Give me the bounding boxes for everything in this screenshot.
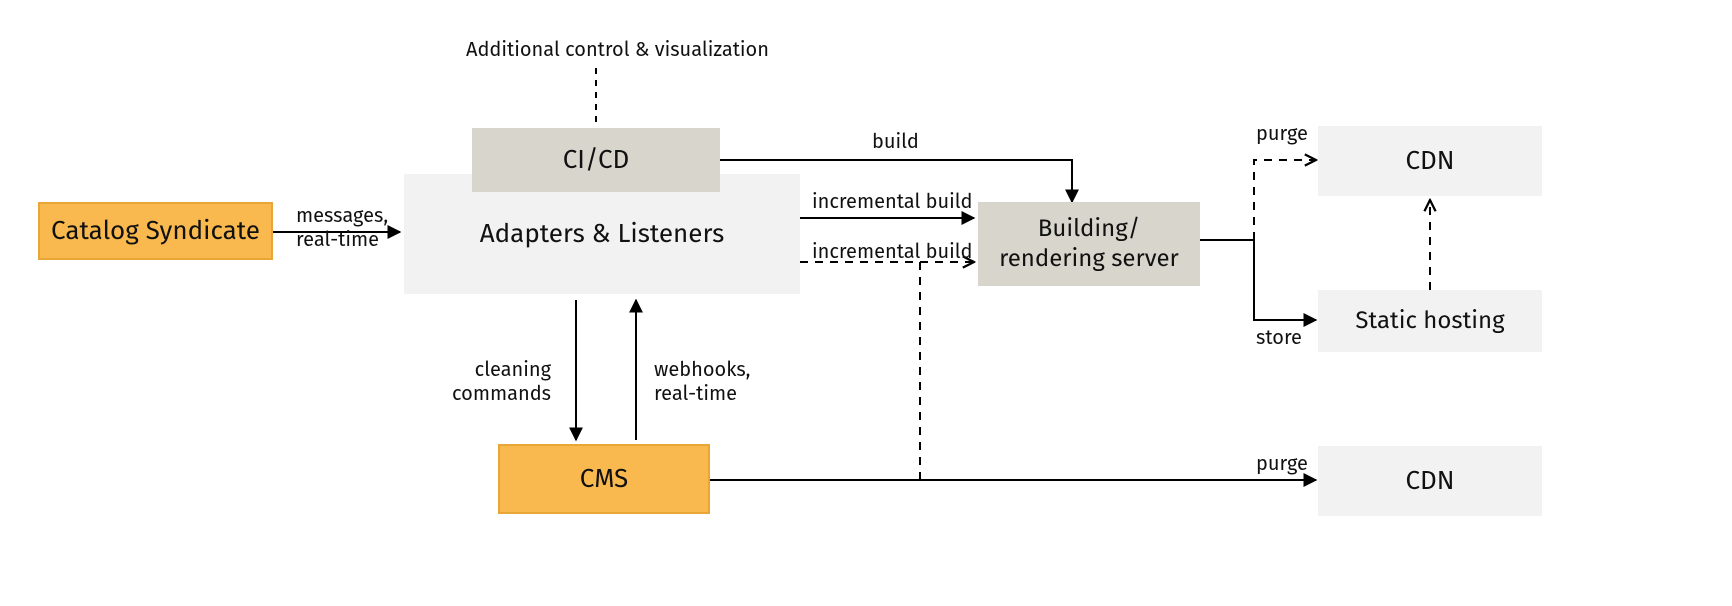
label-text: purge <box>1256 452 1308 476</box>
node-catalog-syndicate: Catalog Syndicate <box>38 202 273 260</box>
label-messages-realtime: messages, real-time <box>296 180 388 252</box>
label-text: incremental build <box>812 240 973 264</box>
label-purge-top: purge <box>1256 122 1308 146</box>
label-incremental-build-2: incremental build <box>812 240 973 264</box>
node-cdn-top: CDN <box>1318 126 1542 196</box>
node-adapters-listeners: Adapters & Listeners <box>404 174 800 294</box>
node-cms: CMS <box>498 444 710 514</box>
node-cdn-bottom: CDN <box>1318 446 1542 516</box>
node-label: Building/ rendering server <box>999 214 1179 274</box>
label-text: build <box>872 130 919 154</box>
label-purge-bottom: purge <box>1256 452 1308 476</box>
node-label: CI/CD <box>563 144 630 177</box>
label-text: messages, real-time <box>296 204 388 252</box>
node-building-rendering-server: Building/ rendering server <box>978 202 1200 286</box>
node-label: CDN <box>1405 465 1454 498</box>
label-text: incremental build <box>812 190 973 214</box>
label-text: Additional control & visualization <box>466 38 769 62</box>
label-text: purge <box>1256 122 1308 146</box>
architecture-diagram: Catalog Syndicate Adapters & Listeners C… <box>0 0 1732 606</box>
node-label: Static hosting <box>1355 306 1504 336</box>
label-webhooks-realtime: webhooks, real-time <box>654 334 750 406</box>
label-cleaning-commands: cleaning commands <box>452 334 551 406</box>
node-label: Adapters & Listeners <box>480 218 725 251</box>
node-label: CDN <box>1405 145 1454 178</box>
label-incremental-build-1: incremental build <box>812 190 973 214</box>
label-additional-control: Additional control & visualization <box>466 38 769 62</box>
label-text: cleaning commands <box>452 358 551 406</box>
label-build: build <box>872 130 919 154</box>
node-ci-cd: CI/CD <box>472 128 720 192</box>
label-store: store <box>1256 326 1302 350</box>
label-text: webhooks, real-time <box>654 358 750 406</box>
node-label: Catalog Syndicate <box>51 215 260 248</box>
node-static-hosting: Static hosting <box>1318 290 1542 352</box>
node-label: CMS <box>580 463 628 496</box>
label-text: store <box>1256 326 1302 350</box>
